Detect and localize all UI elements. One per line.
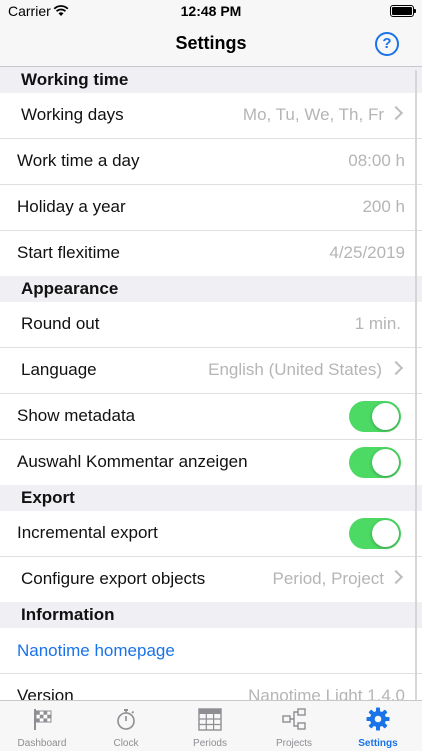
comment-selection-toggle[interactable] [349,447,401,478]
row-label: Working days [21,105,124,124]
show-metadata-toggle[interactable] [349,401,401,432]
section-title: Working time [21,70,129,89]
row-label: Start flexitime [17,243,120,262]
status-bar: Carrier 12:48 PM [0,0,422,22]
row-label: Holiday a year [17,197,126,216]
tab-label: Projects [275,738,313,749]
language-row[interactable]: Language English (United States) [0,348,422,394]
row-value[interactable]: 08:00 h [348,151,405,171]
working-days-row[interactable]: Working days Mo, Tu, We, Th, Fr [0,93,422,139]
start-flexitime-row[interactable]: Start flexitime 4/25/2019 [0,231,422,276]
chevron-right-icon [388,569,404,585]
version-row: Version Nanotime Light 1.4.0 [0,674,422,700]
chevron-right-icon [388,360,404,376]
row-value[interactable]: 200 h [362,197,405,217]
settings-list[interactable]: Working time Working days Mo, Tu, We, Th… [0,67,422,700]
incremental-export-toggle[interactable] [349,518,401,549]
row-label: Configure export objects [21,569,206,588]
tab-projects[interactable]: Projects [252,701,336,751]
row-label: Auswahl Kommentar anzeigen [17,452,248,471]
navigation-bar: Settings ? [0,22,422,67]
checkered-flag-icon [34,709,52,730]
row-label: Language [21,360,97,379]
tab-label: Settings [358,738,398,749]
configure-export-row[interactable]: Configure export objects Period, Project [0,557,422,602]
help-circle-icon[interactable]: ? [375,32,399,56]
show-metadata-row: Show metadata [0,394,422,440]
section-title: Export [21,488,75,507]
toggle-knob [372,403,399,430]
row-value: English (United States) [208,360,382,379]
calendar-grid-icon [198,708,222,731]
tab-dashboard[interactable]: Dashboard [0,701,84,751]
section-header-working-time: Working time [0,67,422,93]
row-value[interactable]: 1 min. [355,314,401,334]
stopwatch-icon [117,709,135,730]
row-label: Incremental export [17,523,158,542]
comment-selection-row: Auswahl Kommentar anzeigen [0,440,422,485]
gear-icon [366,707,390,731]
row-value: Mo, Tu, We, Th, Fr [242,105,384,124]
row-value[interactable]: 4/25/2019 [329,243,405,263]
section-header-information: Information [0,602,422,628]
section-header-export: Export [0,485,422,511]
tab-settings[interactable]: Settings [336,701,420,751]
tab-bar: Dashboard Clock Periods Projects Setting… [0,700,422,751]
incremental-export-row: Incremental export [0,511,422,557]
toggle-knob [372,449,399,476]
tab-label: Clock [113,738,139,749]
row-label: Version [17,686,74,700]
battery-icon [390,5,416,17]
holiday-row[interactable]: Holiday a year 200 h [0,185,422,231]
tab-periods[interactable]: Periods [168,701,252,751]
page-title: Settings [175,33,247,53]
tab-label: Dashboard [17,738,67,749]
work-time-row[interactable]: Work time a day 08:00 h [0,139,422,185]
toggle-knob [372,520,399,547]
clock-time: 12:48 PM [180,3,242,19]
row-value: Nanotime Light 1.4.0 [248,686,405,700]
scrollbar[interactable] [415,70,417,700]
row-value: Period, Project [272,569,385,588]
tab-clock[interactable]: Clock [84,701,168,751]
section-title: Information [21,605,115,624]
round-out-row[interactable]: Round out 1 min. [0,302,422,348]
section-header-appearance: Appearance [0,276,422,302]
row-label: Show metadata [17,406,136,425]
homepage-row[interactable]: Nanotime homepage [0,628,422,674]
project-tree-icon [282,708,306,730]
section-title: Appearance [21,279,119,298]
row-label: Work time a day [17,151,140,170]
homepage-link[interactable]: Nanotime homepage [17,641,175,661]
chevron-right-icon [388,105,404,121]
tab-label: Periods [193,738,227,749]
row-label: Round out [21,314,100,333]
